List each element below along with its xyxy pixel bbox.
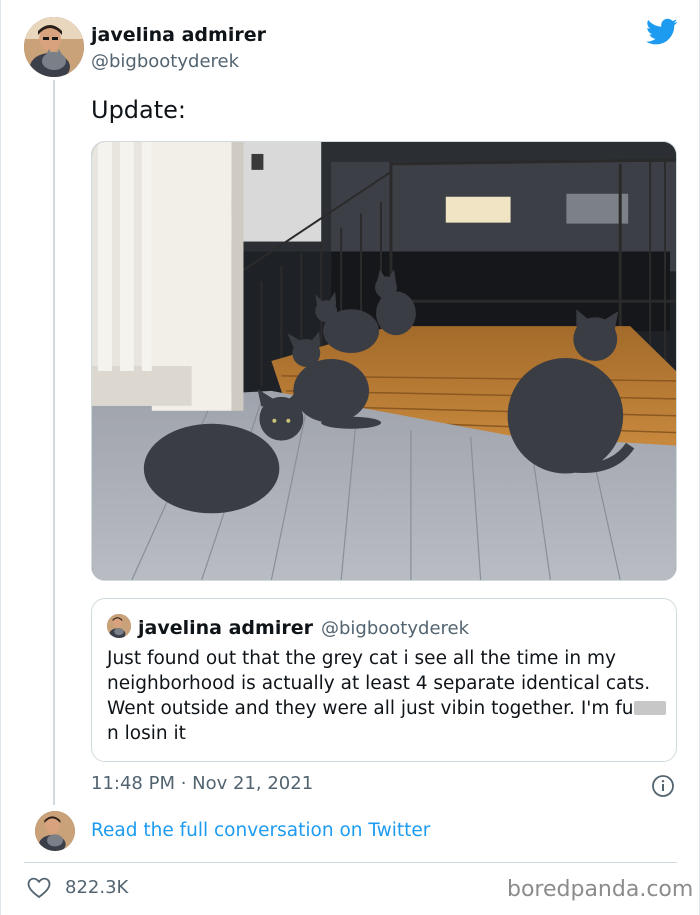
quoted-text-before-censor: Just found out that the grey cat i see a… <box>107 648 651 719</box>
tweet-embed: javelina admirer @bigbootyderek Update: <box>0 0 700 915</box>
like-count: 822.3K <box>65 877 129 898</box>
tweet-timestamp[interactable]: 11:48 PM · Nov 21, 2021 <box>91 773 313 794</box>
quoted-handle[interactable]: @bigbootyderek <box>321 618 469 639</box>
divider <box>24 862 677 863</box>
author-handle[interactable]: @bigbootyderek <box>91 51 239 72</box>
read-conversation-link[interactable]: Read the full conversation on Twitter <box>91 820 430 841</box>
twitter-bird-icon[interactable] <box>646 18 678 46</box>
watermark: boredpanda.com <box>507 877 694 902</box>
quoted-text-after-censor: n losin it <box>107 723 186 744</box>
quoted-tweet[interactable]: javelina admirer @bigbootyderek Just fou… <box>91 598 677 762</box>
author-avatar[interactable] <box>24 17 84 77</box>
heart-icon[interactable] <box>27 877 51 899</box>
quoted-display-name[interactable]: javelina admirer <box>138 617 313 639</box>
quoted-tweet-text: Just found out that the grey cat i see a… <box>107 646 667 746</box>
author-display-name[interactable]: javelina admirer <box>91 24 266 46</box>
reply-avatar[interactable] <box>35 811 75 851</box>
quoted-author-avatar[interactable] <box>107 614 131 638</box>
tweet-photo[interactable] <box>91 141 677 581</box>
info-icon[interactable] <box>651 774 675 798</box>
censor-bar <box>633 701 666 715</box>
thread-line <box>53 80 55 805</box>
tweet-text: Update: <box>91 96 187 124</box>
